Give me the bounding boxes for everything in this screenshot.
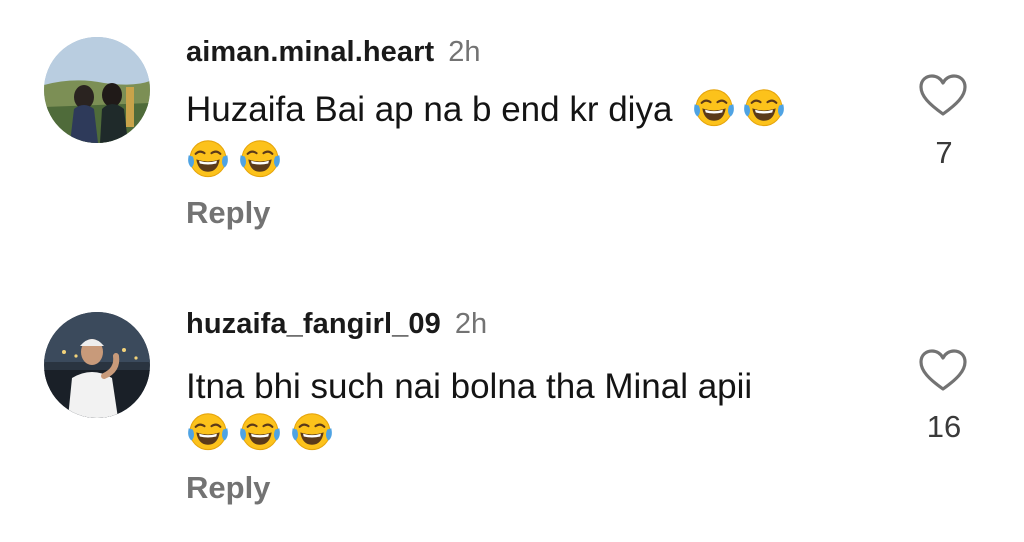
heart-icon[interactable]: [917, 72, 969, 118]
laughing-emoji-icon: [692, 85, 736, 129]
heart-icon[interactable]: [917, 347, 969, 393]
emoji-line: [186, 136, 282, 180]
username[interactable]: huzaifa_fangirl_09: [186, 308, 441, 341]
username[interactable]: aiman.minal.heart: [186, 36, 434, 69]
laughing-emoji-icon: [186, 136, 230, 180]
comment-text: Huzaifa Bai ap na b end kr diya: [186, 90, 673, 129]
avatar[interactable]: [44, 37, 150, 143]
like-count: 16: [926, 409, 962, 444]
reply-button[interactable]: Reply: [186, 195, 270, 231]
comment-2: huzaifa_fangirl_09 2h Itna bhi such nai …: [0, 271, 1024, 542]
comment-text: Itna bhi such nai bolna tha Minal apii: [186, 367, 753, 406]
reply-button[interactable]: Reply: [186, 470, 270, 506]
laughing-emoji-icon: [186, 409, 230, 453]
timestamp: 2h: [448, 36, 481, 68]
emoji-line: [186, 409, 334, 453]
avatar[interactable]: [44, 312, 150, 418]
comment-1: aiman.minal.heart 2h Huzaifa Bai ap na b…: [0, 0, 1024, 271]
laughing-emoji-icon: [238, 136, 282, 180]
timestamp: 2h: [454, 308, 488, 340]
like-count: 7: [935, 135, 953, 170]
laughing-emoji-icon: [742, 85, 786, 129]
laughing-emoji-icon: [238, 409, 282, 453]
laughing-emoji-icon: [290, 409, 334, 453]
